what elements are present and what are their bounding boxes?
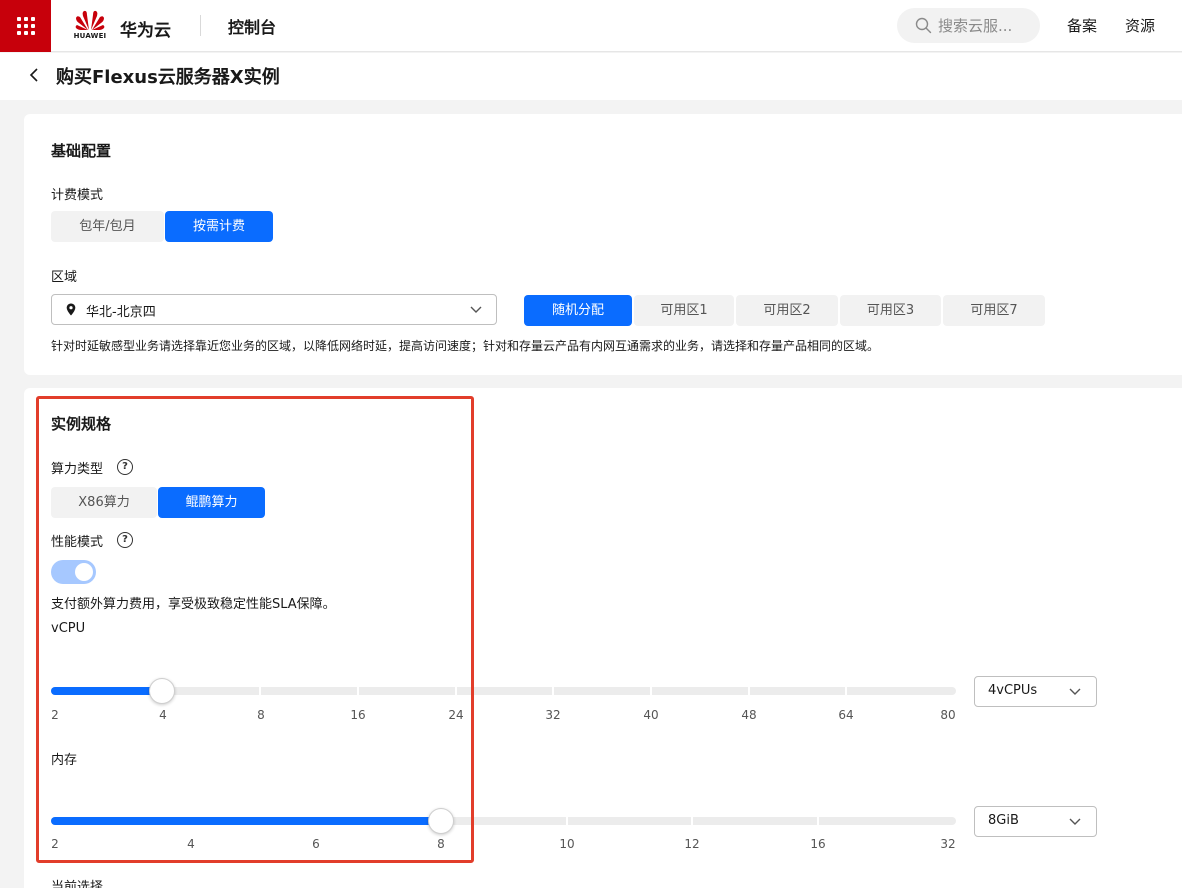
- memory-select[interactable]: 8GiB: [974, 806, 1097, 837]
- vcpu-select[interactable]: 4vCPUs: [974, 676, 1097, 707]
- memory-tick-label: 32: [940, 837, 956, 851]
- vcpu-tick-label: 64: [838, 708, 854, 722]
- service-menu-button[interactable]: [0, 0, 51, 52]
- memory-slider-handle[interactable]: [428, 808, 454, 834]
- logo-text: HUAWEI: [73, 32, 107, 40]
- slider-segment-gap: [455, 687, 457, 695]
- back-arrow-icon[interactable]: [28, 66, 40, 84]
- resources-link[interactable]: 资源: [1125, 15, 1155, 36]
- slider-segment-gap: [566, 817, 568, 825]
- slider-segment-gap: [691, 817, 693, 825]
- billing-option-pay-per-use[interactable]: 按需计费: [165, 211, 273, 242]
- top-navigation-bar: HUAWEI 华为云 控制台 搜索云服... 备案 资源: [0, 0, 1182, 52]
- compute-option-kunpeng[interactable]: 鲲鹏算力: [158, 487, 265, 518]
- help-icon[interactable]: ?: [117, 459, 133, 475]
- vcpu-slider-handle[interactable]: [149, 678, 175, 704]
- vcpu-select-value: 4vCPUs: [988, 683, 1038, 698]
- vcpu-tick-label: 4: [159, 708, 167, 722]
- page-title: 购买Flexus云服务器X实例: [56, 67, 280, 88]
- current-selection-label: 当前选择: [51, 880, 104, 888]
- chevron-down-icon: [1069, 688, 1081, 695]
- slider-segment-gap: [748, 687, 750, 695]
- billing-mode-selector: 包年/包月 按需计费: [51, 211, 273, 242]
- memory-tick-label: 4: [187, 837, 195, 851]
- page-header: 购买Flexus云服务器X实例: [0, 53, 1182, 100]
- performance-mode-label: 性能模式: [51, 535, 104, 550]
- slider-segment-gap: [817, 817, 819, 825]
- filing-link[interactable]: 备案: [1067, 15, 1097, 36]
- search-input[interactable]: 搜索云服...: [897, 8, 1040, 43]
- availability-zone-selector: 随机分配 可用区1 可用区2 可用区3 可用区7: [524, 295, 1045, 326]
- divider: [200, 15, 201, 36]
- memory-slider-fill: [51, 817, 441, 825]
- billing-option-yearly-monthly[interactable]: 包年/包月: [51, 211, 164, 242]
- slider-segment-gap: [650, 687, 652, 695]
- chevron-down-icon: [1069, 818, 1081, 825]
- search-placeholder: 搜索云服...: [938, 17, 1013, 35]
- memory-tick-label: 12: [684, 837, 700, 851]
- compute-type-selector: X86算力 鲲鹏算力: [51, 487, 265, 518]
- vcpu-tick-label: 48: [741, 708, 757, 722]
- memory-select-value: 8GiB: [988, 813, 1019, 828]
- huawei-logo-icon: HUAWEI: [74, 9, 106, 43]
- region-hint: 针对时延敏感型业务请选择靠近您业务的区域，以降低网络时延，提高访问速度；针对和存…: [51, 339, 880, 353]
- az-option-zone1[interactable]: 可用区1: [634, 295, 734, 326]
- vcpu-tick-label: 40: [643, 708, 659, 722]
- az-option-random[interactable]: 随机分配: [524, 295, 632, 326]
- memory-tick-label: 8: [437, 837, 445, 851]
- region-label: 区域: [51, 270, 78, 285]
- performance-mode-toggle[interactable]: [51, 560, 96, 584]
- az-option-zone2[interactable]: 可用区2: [736, 295, 838, 326]
- location-pin-icon: [66, 303, 76, 316]
- vcpu-tick-label: 2: [51, 708, 59, 722]
- toggle-knob: [75, 563, 93, 581]
- vcpu-tick-label: 32: [545, 708, 561, 722]
- basic-config-title: 基础配置: [51, 142, 112, 160]
- vcpu-tick-label: 80: [940, 708, 956, 722]
- memory-tick-label: 10: [559, 837, 575, 851]
- vcpu-tick-label: 8: [257, 708, 265, 722]
- grid-menu-icon: [16, 17, 35, 35]
- slider-segment-gap: [845, 687, 847, 695]
- compute-type-label: 算力类型: [51, 462, 104, 477]
- basic-config-card: [24, 114, 1182, 375]
- vcpu-tick-label: 24: [448, 708, 464, 722]
- billing-mode-label: 计费模式: [51, 188, 104, 203]
- region-value: 华北-北京四: [86, 305, 156, 320]
- slider-segment-gap: [259, 687, 261, 695]
- search-icon: [915, 17, 932, 34]
- vcpu-slider-track[interactable]: [51, 687, 956, 695]
- memory-tick-label: 16: [810, 837, 826, 851]
- memory-tick-label: 6: [312, 837, 320, 851]
- compute-option-x86[interactable]: X86算力: [51, 487, 157, 518]
- console-link[interactable]: 控制台: [228, 14, 276, 38]
- memory-tick-label: 2: [51, 837, 59, 851]
- help-icon[interactable]: ?: [117, 532, 133, 548]
- slider-segment-gap: [357, 687, 359, 695]
- huawei-cloud-brand[interactable]: HUAWEI 华为云: [74, 9, 171, 43]
- vcpu-slider-fill: [51, 687, 162, 695]
- instance-spec-title: 实例规格: [51, 415, 112, 433]
- performance-mode-hint: 支付额外算力费用，享受极致稳定性能SLA保障。: [51, 597, 336, 612]
- memory-label: 内存: [51, 753, 78, 768]
- region-select[interactable]: 华北-北京四: [51, 294, 497, 325]
- vcpu-tick-label: 16: [350, 708, 366, 722]
- az-option-zone7[interactable]: 可用区7: [943, 295, 1045, 326]
- vcpu-label: vCPU: [51, 621, 86, 636]
- slider-segment-gap: [552, 687, 554, 695]
- chevron-down-icon: [470, 306, 482, 313]
- brand-name: 华为云: [120, 21, 171, 41]
- az-option-zone3[interactable]: 可用区3: [840, 295, 941, 326]
